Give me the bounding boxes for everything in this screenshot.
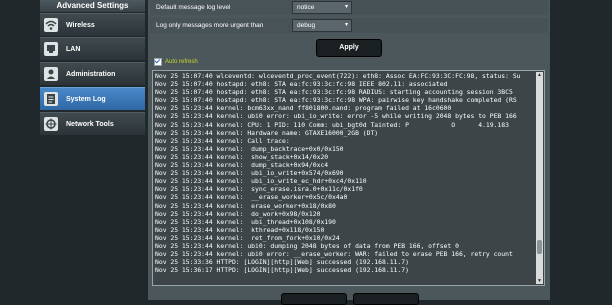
system-log-icon: [44, 92, 58, 106]
system-log-panel: Default message log level notice ▾ Log o…: [148, 0, 550, 305]
log-line: Nov 25 15:23:44 kernel: __erase_worker+0…: [155, 193, 348, 202]
scroll-thumb[interactable]: [537, 239, 542, 254]
sidebar-item-label: Network Tools: [66, 120, 114, 128]
log-line: Nov 25 15:33:36 HTTPD: [LOGIN][http][Web…: [155, 258, 409, 267]
admin-icon: [44, 67, 58, 81]
log-line: Nov 25 15:23:44 kernel: Call trace:: [155, 136, 290, 145]
log-line: Nov 25 15:23:44 kernel: do_work+0x98/0x1…: [155, 209, 321, 218]
clear-button[interactable]: [281, 293, 347, 305]
log-line: Nov 25 15:23:44 kernel: kthread+0x118/0x…: [155, 225, 325, 234]
log-line: Nov 25 15:23:44 kernel: ubi0: dumping 20…: [155, 241, 459, 250]
urgent-level-select[interactable]: debug ▾: [292, 19, 352, 32]
log-line: Nov 25 15:23:44 kernel: dump_stack+0x94/…: [155, 161, 329, 170]
auto-refresh-checkbox[interactable]: [154, 58, 162, 66]
urgent-level-row: Log only messages more urgent than debug…: [150, 18, 548, 33]
save-button[interactable]: [353, 293, 419, 305]
sidebar-item-label: Administration: [66, 70, 116, 78]
log-content: Nov 25 15:07:40 wlceventd: wlceventd_pro…: [155, 72, 535, 284]
sidebar-item-label: System Log: [66, 95, 106, 103]
wifi-icon: [44, 18, 58, 32]
message-level-label: Default message log level: [150, 0, 288, 15]
log-line: Nov 25 15:07:40 hostapd: eth8: STA ea:fc…: [155, 88, 513, 97]
sidebar-header: Advanced Settings: [40, 0, 145, 12]
sidebar-item-wireless[interactable]: Wireless: [40, 13, 145, 36]
log-line: Nov 25 15:23:44 kernel: show_stack+0x14/…: [155, 152, 329, 161]
sidebar-item-label: Wireless: [66, 21, 95, 29]
log-line: Nov 25 15:23:44 kernel: ubi_thread+0x108…: [155, 217, 336, 226]
log-line: Nov 25 15:23:44 kernel: ret_from_fork+0x…: [155, 233, 340, 242]
log-line: Nov 25 15:23:44 kernel: dump_backtrace+0…: [155, 144, 344, 153]
log-line: Nov 25 15:23:44 kernel: ubi_io_write+0x5…: [155, 169, 344, 178]
urgent-level-label: Log only messages more urgent than: [150, 18, 288, 33]
log-line: Nov 25 15:23:44 kernel: erase_worker+0x1…: [155, 201, 336, 210]
message-level-select[interactable]: notice ▾: [292, 1, 352, 14]
sidebar-item-network-tools[interactable]: Network Tools: [40, 112, 145, 135]
lan-icon: [44, 42, 58, 56]
apply-button[interactable]: Apply: [316, 39, 382, 57]
chevron-down-icon: ▾: [344, 4, 348, 10]
network-tools-icon: [44, 117, 58, 131]
system-log-textarea[interactable]: Nov 25 15:07:40 wlceventd: wlceventd_pro…: [152, 70, 545, 286]
log-line: Nov 25 15:23:44 kernel: bcm63xx_nand ff8…: [155, 104, 452, 113]
log-line: Nov 25 15:07:40 wlceventd: wlceventd_pro…: [155, 72, 521, 80]
sidebar: Advanced Settings Wireless LAN Administr…: [40, 0, 145, 300]
log-line: Nov 25 15:23:44 kernel: Hardware name: G…: [155, 128, 379, 137]
scroll-up-icon[interactable]: ▲: [536, 72, 543, 78]
sidebar-item-administration[interactable]: Administration: [40, 62, 145, 85]
log-line: Nov 25 15:23:44 kernel: ubi0 error: __er…: [155, 250, 513, 259]
sidebar-item-lan[interactable]: LAN: [40, 37, 145, 60]
log-line: Nov 25 15:23:44 kernel: CPU: 1 PID: 110 …: [155, 120, 509, 129]
log-line: Nov 25 15:23:44 kernel: ubi_io_write_ec_…: [155, 177, 367, 186]
scroll-down-icon[interactable]: ▼: [536, 278, 543, 284]
message-level-row: Default message log level notice ▾: [150, 0, 548, 15]
sidebar-item-label: LAN: [66, 45, 81, 53]
log-line: Nov 25 15:23:44 kernel: ubi0 error: ubi_…: [155, 112, 517, 121]
auto-refresh-option: Auto refresh: [154, 58, 198, 66]
log-line: Nov 25 15:07:40 hostapd: eth8: STA ea:fc…: [155, 80, 448, 89]
chevron-down-icon: ▾: [344, 22, 348, 28]
log-line: Nov 25 15:36:17 HTTPD: [LOGIN][http][Web…: [155, 266, 409, 275]
auto-refresh-label: Auto refresh: [165, 59, 198, 65]
log-line: Nov 25 15:07:40 hostapd: eth8: STA ea:fc…: [155, 96, 517, 105]
log-line: Nov 25 15:23:44 kernel: sync_erase.isra.…: [155, 185, 363, 194]
sidebar-item-system-log[interactable]: System Log: [40, 87, 145, 110]
log-scrollbar[interactable]: ▲ ▼: [536, 72, 543, 284]
